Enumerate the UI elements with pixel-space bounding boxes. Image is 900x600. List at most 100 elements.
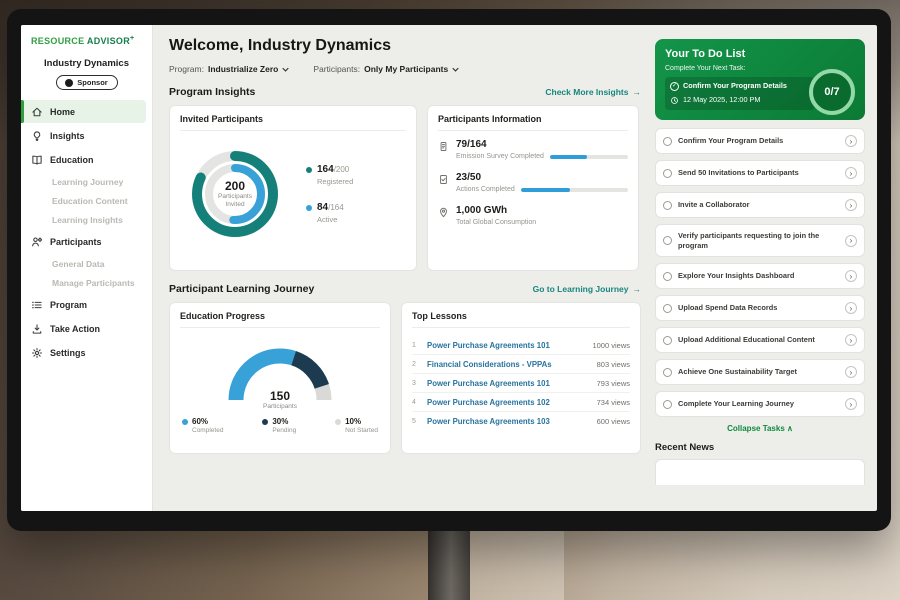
task-checkbox[interactable] (663, 400, 672, 409)
check-more-insights-link[interactable]: Check More Insights → (545, 87, 641, 97)
lesson-rank: 1 (412, 342, 421, 349)
donut-center-value: 200 (225, 179, 245, 193)
lesson-link[interactable]: Financial Considerations - VPPAs (427, 360, 591, 369)
task-checkbox[interactable] (663, 201, 672, 210)
task-item[interactable]: Complete Your Learning Journey › (655, 391, 865, 417)
recent-news-card[interactable] (655, 459, 865, 485)
legend-dot-blue (182, 419, 188, 425)
background-wall: RESOURCE ADVISOR+ Industry Dynamics Spon… (0, 0, 900, 600)
todo-title: Your To Do List (665, 48, 855, 60)
task-checkbox[interactable] (663, 368, 672, 377)
lesson-row: 3 Power Purchase Agreements 101 793 view… (412, 374, 630, 393)
go-to-learning-journey-link[interactable]: Go to Learning Journey → (533, 284, 641, 294)
task-item[interactable]: Upload Additional Educational Content › (655, 327, 865, 353)
chevron-right-icon[interactable]: › (845, 135, 857, 147)
insights-cards-row: Invited Participants 200 Participants In… (169, 105, 641, 271)
monitor-stand (428, 531, 470, 600)
task-item[interactable]: Invite a Collaborator › (655, 192, 865, 218)
program-filter-label: Program: (169, 64, 204, 74)
sidebar-item-label: Take Action (50, 324, 100, 334)
sidebar-item-manage-participants[interactable]: Manage Participants (21, 273, 152, 292)
sponsor-icon (65, 79, 73, 87)
sidebar-item-participants[interactable]: Participants (21, 230, 146, 253)
stat-label: Emission Survey Completed (456, 153, 544, 160)
filter-bar: Program: Industrialize Zero Participants… (169, 64, 641, 74)
chevron-right-icon[interactable]: › (845, 235, 857, 247)
task-item[interactable]: Verify participants requesting to join t… (655, 224, 865, 257)
chevron-right-icon[interactable]: › (845, 398, 857, 410)
task-checkbox[interactable] (663, 169, 672, 178)
app-logo[interactable]: RESOURCE ADVISOR+ (21, 35, 152, 46)
next-task-chip[interactable]: ✓ Confirm Your Program Details 12 May 20… (665, 77, 815, 110)
task-label: Achieve One Sustainability Target (678, 367, 839, 377)
task-checkbox[interactable] (663, 304, 672, 313)
sidebar-item-label: Participants (50, 237, 102, 247)
lesson-link[interactable]: Power Purchase Agreements 103 (427, 417, 591, 426)
sidebar-item-settings[interactable]: Settings (21, 341, 146, 364)
org-name: Industry Dynamics (21, 58, 152, 69)
wall-highlight (468, 531, 564, 600)
participants-filter-value: Only My Participants (364, 64, 448, 74)
task-checkbox[interactable] (663, 137, 672, 146)
task-item[interactable]: Achieve One Sustainability Target › (655, 359, 865, 385)
task-item[interactable]: Confirm Your Program Details › (655, 128, 865, 154)
home-icon (31, 106, 43, 118)
sponsor-badge[interactable]: Sponsor (56, 75, 118, 90)
lesson-row: 2 Financial Considerations - VPPAs 803 v… (412, 355, 630, 374)
lesson-views: 803 views (597, 360, 630, 369)
task-checkbox[interactable] (663, 272, 672, 281)
task-label: Send 50 Invitations to Participants (678, 168, 839, 178)
lesson-link[interactable]: Power Purchase Agreements 101 (427, 341, 586, 350)
sidebar-item-insights[interactable]: Insights (21, 124, 146, 147)
legend-label: Completed (192, 427, 223, 434)
logo-text-advisor: ADVISOR (87, 36, 130, 46)
task-item[interactable]: Upload Spend Data Records › (655, 295, 865, 321)
donut-legend: 164/200 Registered 84/164 Active (306, 164, 353, 224)
map-pin-icon (438, 207, 449, 218)
chevron-right-icon[interactable]: › (845, 366, 857, 378)
todo-progress-value: 0/7 (824, 86, 839, 98)
sidebar-item-learning-insights[interactable]: Learning Insights (21, 210, 152, 229)
book-icon (31, 154, 43, 166)
chevron-right-icon[interactable]: › (845, 302, 857, 314)
sidebar-item-general-data[interactable]: General Data (21, 254, 152, 273)
participants-information-card: Participants Information 79/164 Emission… (427, 105, 639, 271)
legend-pct: 60% (192, 417, 208, 426)
list-icon (31, 299, 43, 311)
lesson-link[interactable]: Power Purchase Agreements 101 (427, 379, 591, 388)
sidebar-item-take-action[interactable]: Take Action (21, 317, 146, 340)
legend-dot-teal (306, 167, 312, 173)
chevron-right-icon[interactable]: › (845, 167, 857, 179)
chevron-right-icon[interactable]: › (845, 199, 857, 211)
sidebar-item-home[interactable]: Home (21, 100, 146, 123)
lesson-rank: 5 (412, 418, 421, 425)
card-title: Top Lessons (412, 311, 630, 328)
sidebar-item-program[interactable]: Program (21, 293, 146, 316)
task-checkbox[interactable] (663, 236, 672, 245)
task-checkbox[interactable] (663, 336, 672, 345)
collapse-tasks-link[interactable]: Collapse Tasks ∧ (655, 424, 865, 433)
sidebar-item-learning-journey[interactable]: Learning Journey (21, 172, 152, 191)
task-label: Confirm Your Program Details (678, 136, 839, 146)
task-label: Upload Additional Educational Content (678, 335, 839, 345)
card-title: Education Progress (180, 311, 380, 328)
task-item[interactable]: Explore Your Insights Dashboard › (655, 263, 865, 289)
sidebar-item-education-content[interactable]: Education Content (21, 191, 152, 210)
task-item[interactable]: Send 50 Invitations to Participants › (655, 160, 865, 186)
chevron-right-icon[interactable]: › (845, 270, 857, 282)
lesson-link[interactable]: Power Purchase Agreements 102 (427, 398, 591, 407)
task-label: Explore Your Insights Dashboard (678, 271, 839, 281)
chevron-right-icon[interactable]: › (845, 334, 857, 346)
sidebar-item-education[interactable]: Education (21, 148, 146, 171)
download-icon (31, 323, 43, 335)
legend-item-completed: 60% Completed (182, 417, 223, 434)
monitor-bezel: RESOURCE ADVISOR+ Industry Dynamics Spon… (7, 9, 891, 531)
stat-global-consumption: 1,000 GWh Total Global Consumption (438, 205, 628, 226)
lesson-rank: 2 (412, 361, 421, 368)
legend-item-pending: 30% Pending (262, 417, 296, 434)
legend-total: /164 (328, 203, 344, 212)
program-filter-dropdown[interactable]: Program: Industrialize Zero (169, 64, 289, 74)
check-circle-icon: ✓ (670, 82, 679, 91)
task-label: Verify participants requesting to join t… (678, 231, 839, 250)
participants-filter-dropdown[interactable]: Participants: Only My Participants (313, 64, 459, 74)
